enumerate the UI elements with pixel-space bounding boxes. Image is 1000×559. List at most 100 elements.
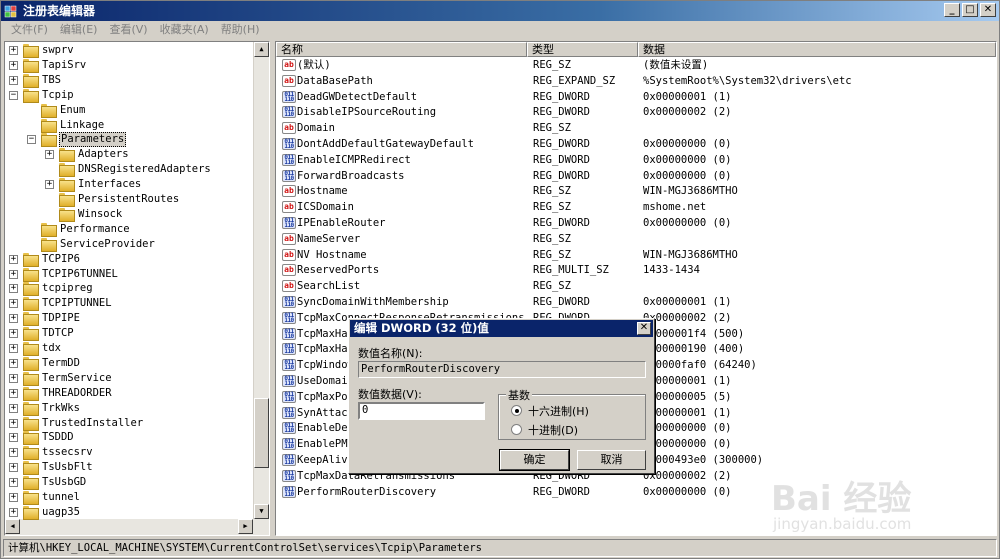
scroll-up-arrow-icon[interactable]: ▲	[254, 42, 269, 57]
tree-node-label[interactable]: ServiceProvider	[59, 237, 156, 252]
expand-icon[interactable]: +	[9, 254, 18, 264]
tree-node[interactable]: + tdx	[5, 341, 253, 356]
tree-node-label[interactable]: TCPIP6TUNNEL	[41, 267, 119, 282]
menu-help[interactable]: 帮助(H)	[215, 21, 266, 39]
value-row[interactable]: 011 110 IPEnableRouter REG_DWORD 0x00000000 …	[276, 215, 996, 231]
tree-node-label[interactable]: TDPIPE	[41, 311, 81, 326]
tree-node[interactable]: + TermDD	[5, 356, 253, 371]
tree-node[interactable]: + TapiSrv	[5, 58, 253, 73]
expand-icon[interactable]: +	[9, 358, 18, 368]
tree-node-label[interactable]: DNSRegisteredAdapters	[77, 162, 212, 177]
tree-node[interactable]: + TsUsbFlt	[5, 460, 253, 476]
value-row[interactable]: 011 110 DisableIPSourceRouting REG_DWORD 0x0…	[276, 104, 996, 120]
scroll-left-arrow-icon[interactable]: ◀	[5, 519, 20, 534]
expand-icon[interactable]: +	[9, 299, 18, 309]
tree-node-label[interactable]: TermService	[41, 371, 113, 386]
tree-node[interactable]: + uagp35	[5, 505, 253, 520]
hex-radio-label[interactable]: 十六进制(H)	[528, 403, 589, 419]
tree-node[interactable]: + THREADORDER	[5, 386, 253, 401]
tree-node-label[interactable]: TermDD	[41, 356, 81, 371]
decimal-radio[interactable]	[511, 424, 522, 435]
value-row[interactable]: ab Hostname REG_SZ WIN-MGJ3686MTHO	[276, 183, 996, 199]
tree-horizontal-scrollbar[interactable]: ◀ ▶	[5, 519, 254, 535]
expand-icon[interactable]: +	[9, 269, 18, 279]
tree-node[interactable]: + TBS	[5, 73, 253, 88]
tree-node-label[interactable]: TBS	[41, 73, 62, 88]
tree-node[interactable]: + TrkWks	[5, 401, 253, 416]
tree-node-label[interactable]: Adapters	[77, 147, 130, 162]
tree-node[interactable]: + TsUsbGD	[5, 475, 253, 491]
value-row[interactable]: 011 110 DeadGWDetectDefault REG_DWORD 0x0000…	[276, 89, 996, 105]
tree-node-label[interactable]: TCPIP6	[41, 252, 81, 267]
tree-node-label[interactable]: TDTCP	[41, 326, 75, 341]
value-row[interactable]: ab Domain REG_SZ	[276, 120, 996, 136]
expand-icon[interactable]: +	[45, 180, 54, 190]
expand-icon[interactable]: +	[9, 46, 18, 55]
value-row[interactable]: 011 110 ForwardBroadcasts REG_DWORD 0x000000…	[276, 168, 996, 184]
expand-icon[interactable]: +	[9, 314, 18, 324]
tree-node-label[interactable]: PersistentRoutes	[77, 192, 180, 207]
tree-node[interactable]: ServiceProvider	[5, 237, 253, 252]
tree-node[interactable]: − Tcpip	[5, 88, 253, 103]
tree-node[interactable]: + TCPIP6	[5, 252, 253, 267]
tree-node-label[interactable]: tdx	[41, 341, 62, 356]
expand-icon[interactable]: +	[9, 75, 18, 85]
dialog-close-icon[interactable]: ✕	[637, 322, 651, 335]
value-row[interactable]: ab ReservedPorts REG_MULTI_SZ 1433-1434	[276, 262, 996, 278]
expand-icon[interactable]: +	[9, 388, 18, 398]
tree-node-label[interactable]: TapiSrv	[41, 58, 87, 73]
tree-node-label[interactable]: Winsock	[77, 207, 123, 222]
tree-node-label[interactable]: Parameters	[59, 132, 127, 148]
tree-node-label[interactable]: Linkage	[59, 118, 105, 133]
expand-icon[interactable]: +	[9, 329, 18, 339]
scroll-thumb[interactable]	[254, 398, 269, 468]
value-row[interactable]: ab NV Hostname REG_SZ WIN-MGJ3686MTHO	[276, 247, 996, 263]
column-header-name[interactable]: 名称	[276, 42, 527, 57]
tree-node[interactable]: + TermService	[5, 371, 253, 386]
tree-node[interactable]: + TrustedInstaller	[5, 416, 253, 431]
minimize-button[interactable]: _	[944, 3, 960, 17]
maximize-button[interactable]: □	[962, 3, 978, 17]
tree-node[interactable]: + swprv	[5, 43, 253, 58]
value-row[interactable]: 011 110 SyncDomainWithMembership REG_DWORD 0…	[276, 294, 996, 310]
value-row[interactable]: ab NameServer REG_SZ	[276, 231, 996, 247]
tree-node-label[interactable]: TrkWks	[41, 401, 81, 416]
dialog-title-bar[interactable]: 编辑 DWORD (32 位)值 ✕	[350, 320, 653, 337]
expand-icon[interactable]: +	[9, 403, 18, 413]
tree-node-label[interactable]: TCPIPTUNNEL	[41, 296, 113, 311]
ok-button[interactable]: 确定	[499, 449, 570, 471]
tree-node[interactable]: + TDPIPE	[5, 311, 253, 327]
expand-icon[interactable]: +	[9, 507, 18, 517]
menu-view[interactable]: 查看(V)	[103, 21, 153, 39]
tree-node[interactable]: + Adapters	[5, 147, 253, 163]
value-row[interactable]: ab DataBasePath REG_EXPAND_SZ %SystemRoot%\…	[276, 73, 996, 89]
tree-node[interactable]: + TDTCP	[5, 326, 253, 342]
tree-node[interactable]: + TCPIP6TUNNEL	[5, 267, 253, 282]
tree-node[interactable]: Enum	[5, 103, 253, 118]
tree-node[interactable]: + TCPIPTUNNEL	[5, 296, 253, 312]
collapse-icon[interactable]: −	[9, 90, 18, 100]
expand-icon[interactable]: +	[9, 433, 18, 443]
collapse-icon[interactable]: −	[27, 135, 36, 145]
close-button[interactable]: ✕	[980, 3, 996, 17]
tree-node[interactable]: + TSDDD	[5, 430, 253, 446]
title-bar[interactable]: 注册表编辑器 _ □ ✕	[1, 1, 999, 21]
tree-node-label[interactable]: uagp35	[41, 505, 81, 520]
column-header-data[interactable]: 数据	[638, 42, 996, 57]
tree-node[interactable]: DNSRegisteredAdapters	[5, 162, 253, 178]
expand-icon[interactable]: +	[9, 478, 18, 488]
registry-tree[interactable]: ▲ ▼ ◀ ▶ + swprv + TapiSrv + TBS − Tcpip Enum Link…	[4, 41, 270, 536]
value-row[interactable]: 011 110 DontAddDefaultGatewayDefault REG_DW…	[276, 136, 996, 152]
hex-radio[interactable]	[511, 405, 522, 416]
expand-icon[interactable]: +	[9, 448, 18, 458]
tree-node-label[interactable]: THREADORDER	[41, 386, 113, 401]
scroll-right-arrow-icon[interactable]: ▶	[238, 519, 253, 534]
expand-icon[interactable]: +	[9, 284, 18, 294]
expand-icon[interactable]: +	[9, 493, 18, 502]
tree-node-label[interactable]: Performance	[59, 222, 131, 237]
expand-icon[interactable]: +	[9, 373, 18, 383]
cancel-button[interactable]: 取消	[577, 450, 646, 470]
value-row[interactable]: ab ICSDomain REG_SZ mshome.net	[276, 199, 996, 215]
value-row[interactable]: 011 110 EnableICMPRedirect REG_DWORD 0x00000…	[276, 152, 996, 168]
tree-node[interactable]: + tcpipreg	[5, 281, 253, 297]
